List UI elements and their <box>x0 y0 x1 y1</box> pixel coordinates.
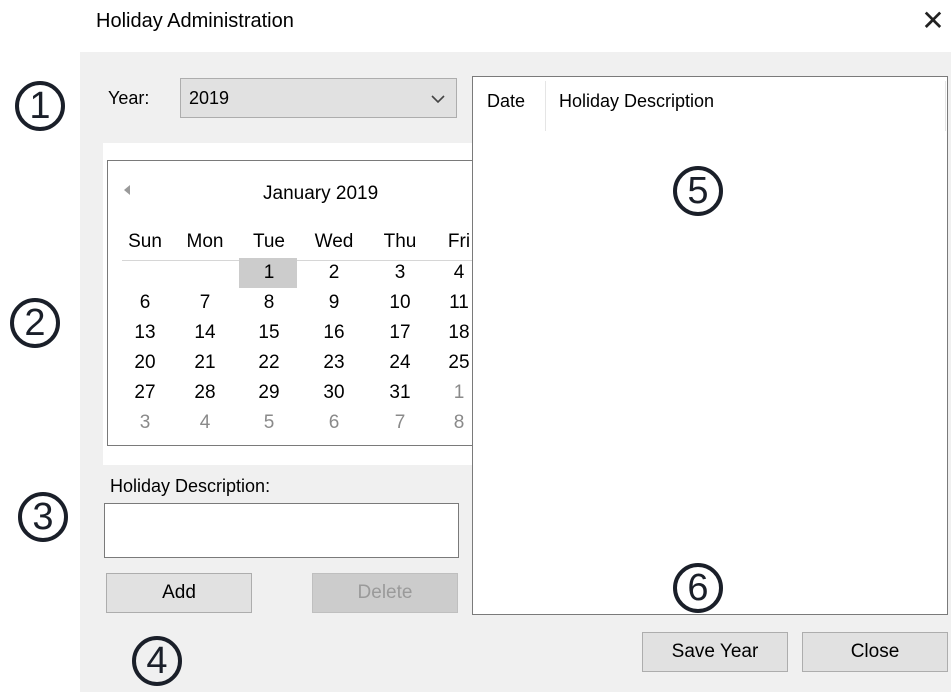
calendar-day[interactable]: 5 <box>239 408 299 438</box>
calendar-day[interactable]: 6 <box>115 288 175 318</box>
calendar-day[interactable]: 4 <box>429 258 475 288</box>
calendar-day[interactable]: 16 <box>304 318 364 348</box>
chevron-down-icon <box>431 95 445 104</box>
save-year-button[interactable]: Save Year <box>642 632 788 672</box>
calendar-day[interactable]: 17 <box>370 318 430 348</box>
calendar-day[interactable]: 29 <box>239 378 299 408</box>
calendar-weekday-header: Thu <box>383 231 417 252</box>
column-divider <box>945 81 946 131</box>
calendar-day[interactable]: 6 <box>304 408 364 438</box>
calendar-day[interactable]: 1 <box>429 378 475 408</box>
callout-6: 6 <box>673 563 723 613</box>
calendar-day[interactable]: 1 <box>239 258 299 288</box>
window-title: Holiday Administration <box>96 10 294 32</box>
year-label: Year: <box>108 88 150 108</box>
calendar-day[interactable]: 27 <box>115 378 175 408</box>
calendar-day[interactable]: 7 <box>175 288 235 318</box>
close-icon[interactable]: ✕ <box>918 4 948 38</box>
title-bar: Holiday Administration ✕ <box>0 0 951 52</box>
calendar-day[interactable]: 20 <box>115 348 175 378</box>
calendar-day[interactable]: 31 <box>370 378 430 408</box>
callout-2: 2 <box>10 298 60 348</box>
calendar-day[interactable]: 21 <box>175 348 235 378</box>
add-button[interactable]: Add <box>106 573 252 613</box>
calendar-day[interactable]: 24 <box>370 348 430 378</box>
calendar-weekday-header: Mon <box>186 231 224 252</box>
month-calendar[interactable]: January 2019 Sun Mon Tue Wed Thu Fri 1 2 3 4 6 7 8 9 1… <box>107 160 475 446</box>
calendar-weekday-header: Fri <box>447 231 471 252</box>
year-select-value: 2019 <box>189 88 230 108</box>
calendar-day[interactable]: 18 <box>429 318 475 348</box>
calendar-day[interactable]: 4 <box>175 408 235 438</box>
calendar-day[interactable]: 8 <box>429 408 475 438</box>
calendar-day[interactable]: 3 <box>370 258 430 288</box>
calendar-day[interactable]: 11 <box>429 288 475 318</box>
holiday-description-input[interactable] <box>104 503 459 558</box>
column-divider <box>545 81 546 131</box>
previous-month-icon[interactable] <box>122 183 132 197</box>
delete-button[interactable]: Delete <box>312 573 458 613</box>
calendar-day[interactable]: 2 <box>304 258 364 288</box>
calendar-day[interactable]: 13 <box>115 318 175 348</box>
calendar-day[interactable]: 28 <box>175 378 235 408</box>
calendar-day[interactable]: 7 <box>370 408 430 438</box>
column-header-description[interactable]: Holiday Description <box>559 91 714 112</box>
calendar-day[interactable]: 10 <box>370 288 430 318</box>
calendar-day[interactable]: 9 <box>304 288 364 318</box>
calendar-day[interactable]: 25 <box>429 348 475 378</box>
calendar-day[interactable]: 22 <box>239 348 299 378</box>
column-header-date[interactable]: Date <box>487 91 525 112</box>
calendar-weekday-header: Tue <box>252 231 286 252</box>
calendar-day[interactable]: 8 <box>239 288 299 318</box>
year-select[interactable]: 2019 <box>180 78 457 118</box>
callout-3: 3 <box>18 492 68 542</box>
calendar-day[interactable]: 14 <box>175 318 235 348</box>
calendar-month-title: January 2019 <box>263 183 379 204</box>
close-button[interactable]: Close <box>802 632 948 672</box>
calendar-day[interactable]: 15 <box>239 318 299 348</box>
holiday-list[interactable]: Date Holiday Description <box>472 76 948 615</box>
calendar-weekday-header: Sun <box>128 231 162 252</box>
callout-5: 5 <box>673 166 723 216</box>
calendar-day[interactable]: 3 <box>115 408 175 438</box>
calendar-weekday-header: Wed <box>314 231 354 252</box>
calendar-day[interactable]: 23 <box>304 348 364 378</box>
callout-4: 4 <box>132 636 182 686</box>
calendar-day[interactable]: 30 <box>304 378 364 408</box>
holiday-description-label: Holiday Description: <box>110 476 271 496</box>
callout-1: 1 <box>15 81 65 131</box>
